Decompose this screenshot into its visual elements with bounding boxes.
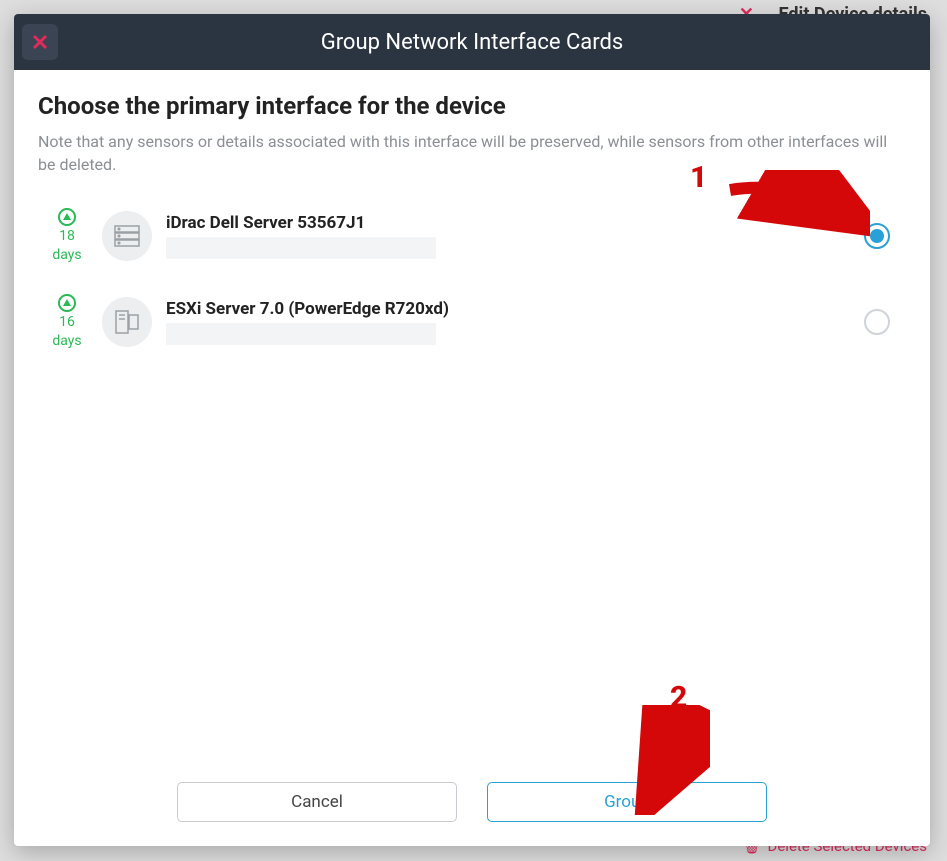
vm-host-icon: [102, 297, 152, 347]
uptime-unit: days: [52, 247, 81, 264]
uptime-value: 18: [59, 228, 75, 245]
interface-option[interactable]: 18 days iDrac Dell Server 53567J1: [38, 196, 906, 282]
uptime-value: 16: [59, 314, 75, 331]
modal-title: Group Network Interface Cards: [321, 30, 624, 55]
modal-header: Group Network Interface Cards: [14, 14, 930, 70]
uptime-badge: 16 days: [38, 294, 96, 350]
device-text: ESXi Server 7.0 (PowerEdge R720xd): [166, 299, 864, 345]
radio-select-primary[interactable]: [864, 309, 890, 335]
group-nic-modal: Group Network Interface Cards Choose the…: [14, 14, 930, 846]
uptime-up-icon: [58, 208, 76, 226]
device-text: iDrac Dell Server 53567J1: [166, 213, 864, 259]
modal-body: Choose the primary interface for the dev…: [14, 70, 930, 766]
group-button[interactable]: Group: [487, 782, 767, 822]
modal-footer: Cancel Group: [14, 766, 930, 846]
device-name: ESXi Server 7.0 (PowerEdge R720xd): [166, 299, 864, 319]
device-name: iDrac Dell Server 53567J1: [166, 213, 864, 233]
close-button[interactable]: [22, 24, 58, 60]
uptime-up-icon: [58, 294, 76, 312]
uptime-unit: days: [52, 333, 81, 350]
modal-subtext: Note that any sensors or details associa…: [38, 130, 906, 176]
server-rack-icon: [102, 211, 152, 261]
uptime-badge: 18 days: [38, 208, 96, 264]
interface-option[interactable]: 16 days ESXi Server 7.0 (PowerEdge R720x…: [38, 282, 906, 368]
modal-heading: Choose the primary interface for the dev…: [38, 92, 906, 120]
radio-select-primary[interactable]: [864, 223, 890, 249]
close-icon: [31, 33, 49, 51]
device-detail-redacted: [166, 237, 436, 259]
cancel-button[interactable]: Cancel: [177, 782, 457, 822]
device-detail-redacted: [166, 323, 436, 345]
